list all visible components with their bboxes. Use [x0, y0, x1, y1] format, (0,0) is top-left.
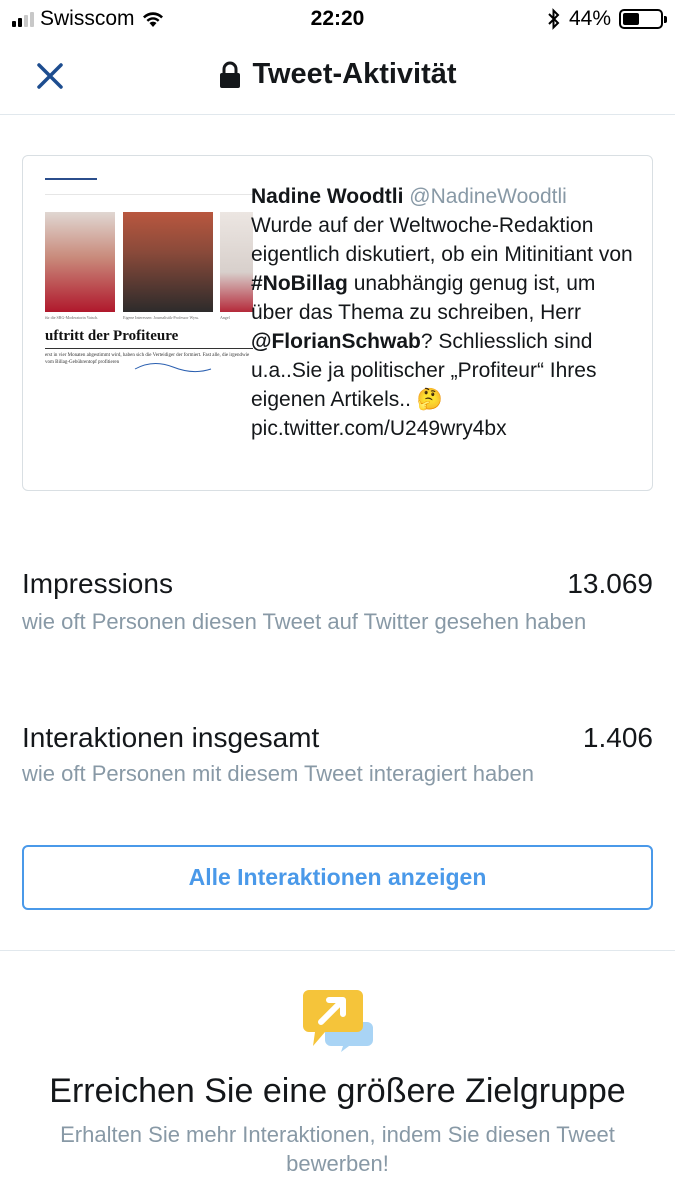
impressions-description: wie oft Personen diesen Tweet auf Twitte…	[22, 609, 587, 634]
promo-title: Erreichen Sie eine größere Zielgruppe	[49, 1072, 626, 1110]
nav-bar: Tweet-Aktivität	[0, 40, 675, 115]
tweet-text-1: Wurde auf der Weltwoche-Redaktion eigent…	[251, 214, 633, 266]
battery-fill	[623, 13, 639, 25]
impressions-value: 13.069	[567, 568, 653, 599]
image-rule	[45, 178, 97, 180]
section-divider	[0, 950, 675, 951]
tweet-card[interactable]: für die SRG-Moderatorin Vatsch. Eigene I…	[22, 155, 653, 491]
image-caption-2: Eigene Interessen: Journalistik-Professo…	[123, 315, 200, 320]
tweet-author-name[interactable]: Nadine Woodtli	[251, 185, 403, 208]
page-title-text: Tweet-Aktivität	[252, 58, 457, 90]
show-all-interactions-button[interactable]: Alle Interaktionen anzeigen	[22, 845, 653, 910]
status-right: 44%	[547, 7, 667, 31]
battery-percent: 44%	[568, 7, 611, 30]
tweet-hashtag[interactable]: #NoBillag	[251, 272, 348, 295]
lock-icon	[220, 61, 241, 88]
interactions-description: wie oft Personen mit diesem Tweet intera…	[22, 761, 534, 786]
image-headline: uftritt der Profiteure	[45, 328, 179, 344]
photo-woman	[45, 212, 115, 312]
battery-icon	[619, 9, 667, 29]
page-title: Tweet-Aktivität	[0, 58, 675, 91]
tweet-author-handle[interactable]: @NadineWoodtli	[409, 185, 567, 208]
tweet-mention[interactable]: @FlorianSchwab	[251, 330, 421, 353]
promote-icon	[303, 990, 373, 1052]
photo-partial	[220, 212, 253, 312]
tweet-content: Nadine Woodtli @NadineWoodtli Wurde auf …	[251, 182, 641, 443]
image-caption-1: für die SRG-Moderatorin Vatsch.	[45, 315, 99, 320]
image-caption-3: Angel	[220, 315, 230, 320]
promo-description: Erhalten Sie mehr Interaktionen, indem S…	[60, 1122, 615, 1176]
image-topline	[45, 194, 253, 195]
impressions-label: Impressions	[22, 568, 173, 599]
photo-man	[123, 212, 213, 312]
status-bar: Swisscom 22:20 44%	[0, 0, 675, 40]
interactions-value: 1.406	[582, 722, 653, 753]
image-scribble	[134, 363, 212, 373]
tweet-image[interactable]: für die SRG-Moderatorin Vatsch. Eigene I…	[45, 178, 253, 386]
bluetooth-icon	[548, 8, 560, 30]
image-headline-rule	[45, 348, 253, 349]
interactions-label: Interaktionen insgesamt	[22, 722, 320, 753]
